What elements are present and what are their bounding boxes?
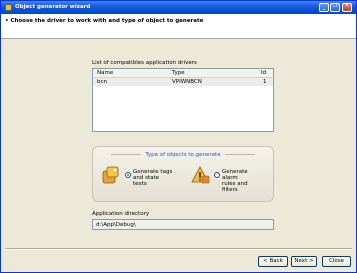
bottom-separator — [5, 248, 352, 250]
close-icon: ✕ — [344, 3, 350, 9]
close-window-button[interactable]: ✕ — [342, 3, 352, 12]
window-title: Object generator wizard — [15, 4, 91, 10]
generate-alarms-label: Generate alarm rules and filters — [222, 169, 248, 193]
generate-alarms-radio[interactable] — [214, 172, 220, 178]
column-header-type[interactable]: Type — [172, 70, 185, 76]
tags-icon — [102, 166, 119, 184]
generate-tags-radio[interactable] — [125, 172, 131, 178]
object-types-title-text: Type of objects to generate — [145, 152, 221, 158]
list-item[interactable]: bcn VPIWNBCN 1 — [93, 78, 273, 86]
restore-icon: ❐ — [332, 3, 338, 9]
driver-type: VPIWNBCN — [172, 79, 202, 85]
drivers-list[interactable]: Name Type Id bcn VPIWNBCN 1 — [92, 68, 274, 132]
column-header-name[interactable]: Name — [97, 70, 113, 76]
drivers-list-header: Name Type Id — [93, 69, 273, 78]
wizard-instruction: • Choose the driver to work with and typ… — [5, 18, 204, 24]
minimize-button[interactable]: _ — [319, 3, 329, 12]
title-bar[interactable]: Object generator wizard _ ❐ ✕ — [1, 1, 356, 14]
directory-value: d:\App\Debug\ — [96, 222, 136, 228]
minimize-icon: _ — [322, 3, 326, 10]
close-button[interactable]: Close — [322, 256, 351, 267]
drivers-list-label: List of compatibles application drivers — [92, 60, 197, 66]
object-types-title: Type of objects to generate — [93, 152, 273, 158]
alarm-icon — [191, 166, 210, 184]
restore-button[interactable]: ❐ — [330, 3, 340, 12]
object-types-group: Type of objects to generate Generate tag… — [92, 146, 274, 202]
app-icon — [5, 4, 12, 11]
column-header-id[interactable]: Id — [261, 70, 266, 76]
generate-tags-label: Generate tags and state texts — [133, 169, 173, 187]
instruction-text: Choose the driver to work with and type … — [10, 18, 204, 24]
driver-name: bcn — [97, 79, 108, 85]
directory-field[interactable]: d:\App\Debug\ — [92, 219, 274, 230]
back-button[interactable]: < Back — [258, 256, 288, 267]
driver-id: 1 — [263, 79, 267, 85]
directory-label: Application directory — [92, 211, 150, 217]
wizard-window: Object generator wizard _ ❐ ✕ • Choose t… — [0, 0, 357, 273]
wizard-header: • Choose the driver to work with and typ… — [1, 14, 356, 39]
next-button[interactable]: Next > — [291, 256, 317, 267]
